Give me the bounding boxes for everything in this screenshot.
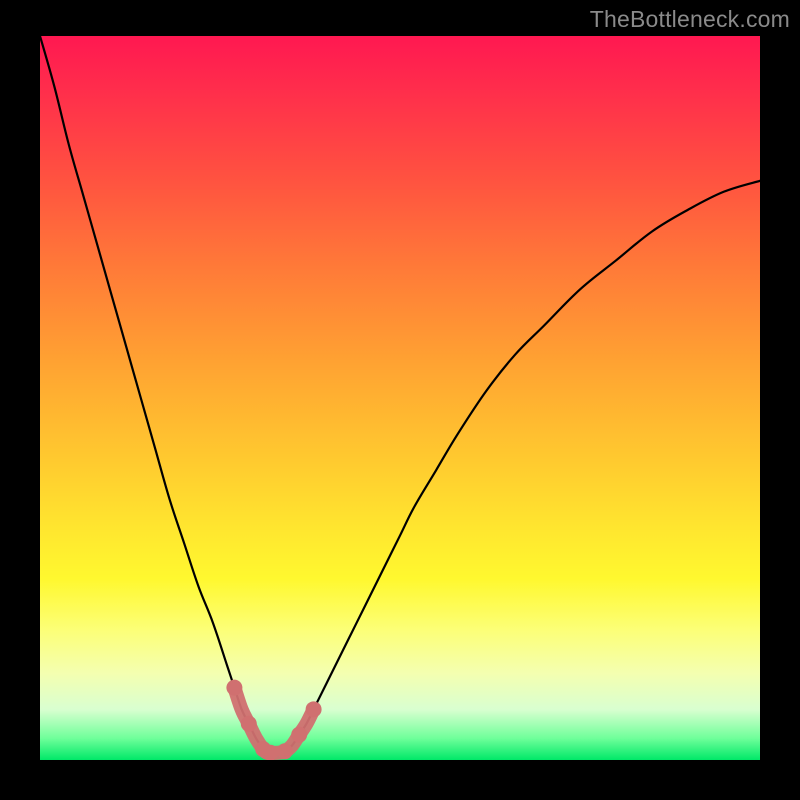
watermark-text: TheBottleneck.com xyxy=(590,6,790,33)
chart-plot-area xyxy=(40,36,760,760)
curve-svg xyxy=(40,36,760,760)
chart-frame: TheBottleneck.com xyxy=(0,0,800,800)
bottleneck-curve xyxy=(40,36,760,753)
